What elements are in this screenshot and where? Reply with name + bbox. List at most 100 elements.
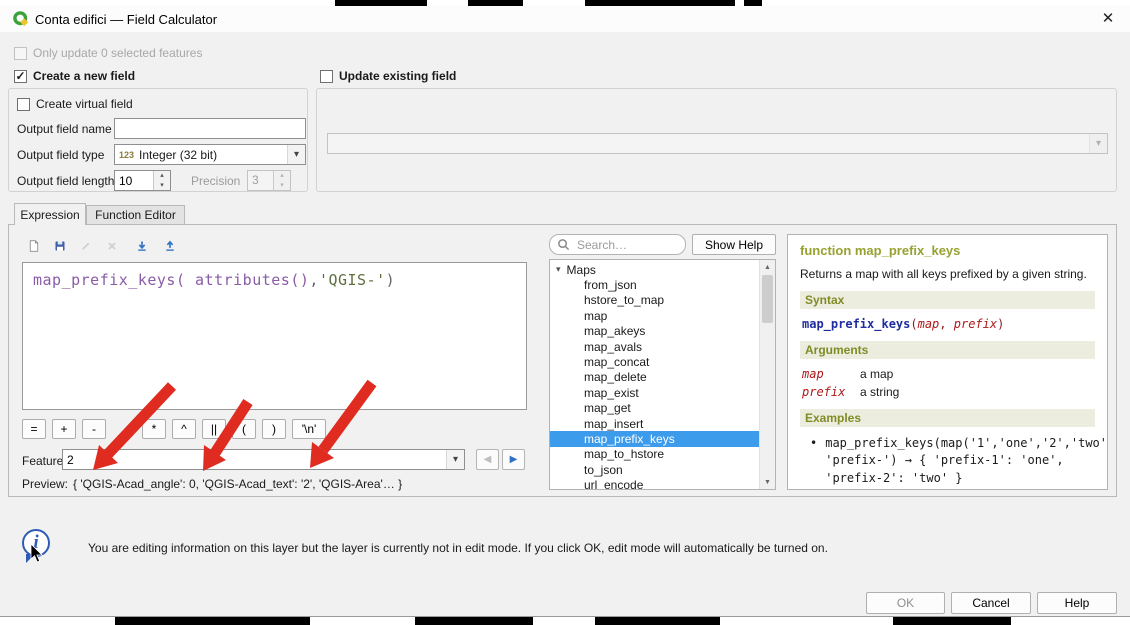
show-help-button[interactable]: Show Help <box>692 234 776 255</box>
tree-item[interactable]: map <box>550 308 759 323</box>
operator-newline-button[interactable]: '\n' <box>292 419 326 439</box>
tree-item[interactable]: map_exist <box>550 385 759 400</box>
tree-item[interactable]: hstore_to_map <box>550 293 759 308</box>
tab-function-editor[interactable]: Function Editor <box>86 205 185 225</box>
operator-concat-button[interactable]: || <box>202 419 226 439</box>
tree-item[interactable]: map_concat <box>550 354 759 369</box>
operator-equals-button[interactable]: = <box>22 419 46 439</box>
code-punct: ) <box>386 271 396 289</box>
scrollbar-thumb[interactable] <box>762 275 773 323</box>
chevron-down-icon[interactable]: ▾ <box>446 450 464 469</box>
syntax-punct: , <box>939 317 953 331</box>
search-input[interactable] <box>575 237 678 253</box>
edit-mode-info-text: You are editing information on this laye… <box>88 541 828 555</box>
tree-item[interactable]: url_encode <box>550 477 759 489</box>
new-file-icon <box>28 238 40 254</box>
expression-editor[interactable]: map_prefix_keys( attributes(),'QGIS-') <box>22 262 527 410</box>
operator-close-paren-button[interactable]: ) <box>262 419 286 439</box>
argument-desc: a map <box>860 367 1095 381</box>
tab-expression-label: Expression <box>20 208 79 222</box>
export-up-arrow-icon <box>164 238 176 254</box>
syntax-line: map_prefix_keys(map, prefix) <box>802 317 1095 331</box>
field-calculator-dialog: Conta edifici — Field Calculator ✕ Only … <box>0 6 1130 617</box>
syntax-arg: prefix <box>954 317 997 331</box>
prev-arrow-icon: ◀ <box>484 454 492 465</box>
search-icon <box>557 238 570 251</box>
ok-button[interactable]: OK <box>866 592 945 614</box>
scroll-down-icon[interactable]: ▼ <box>760 475 775 489</box>
arguments-header: Arguments <box>800 341 1095 359</box>
screen: Conta edifici — Field Calculator ✕ Only … <box>0 0 1130 625</box>
tree-scrollbar[interactable]: ▲ ▼ <box>759 260 775 489</box>
info-icon-tail <box>26 554 35 563</box>
tree-group-label: Maps <box>567 263 596 277</box>
function-tree[interactable]: ▾ Maps from_json hstore_to_map map map_a… <box>549 259 776 490</box>
import-expression-button[interactable] <box>130 234 154 258</box>
function-search-box[interactable] <box>549 234 686 255</box>
update-existing-field-checkbox[interactable]: Update existing field <box>320 69 456 83</box>
titlebar[interactable]: Conta edifici — Field Calculator ✕ <box>0 6 1130 32</box>
chevron-down-icon: ▾ <box>1089 134 1107 153</box>
output-field-type-combo[interactable]: 123 Integer (32 bit) ▾ <box>114 144 306 165</box>
operator-open-paren-button[interactable]: ( <box>232 419 256 439</box>
next-arrow-icon: ▶ <box>510 454 518 465</box>
output-field-length-label: Output field length <box>17 174 114 188</box>
tree-item[interactable]: map_akeys <box>550 324 759 339</box>
tree-item[interactable]: map_delete <box>550 370 759 385</box>
tree-item[interactable]: map_avals <box>550 339 759 354</box>
tree-item[interactable]: from_json <box>550 277 759 292</box>
operator-power-button[interactable]: ^ <box>172 419 196 439</box>
map-canvas-fragment <box>335 0 427 6</box>
next-feature-button[interactable]: ▶ <box>502 449 525 470</box>
operator-multiply-button[interactable]: * <box>142 419 166 439</box>
tree-group-maps[interactable]: ▾ Maps <box>550 262 759 277</box>
export-expression-button[interactable] <box>158 234 182 258</box>
output-field-length-spinner[interactable]: ▴ ▾ <box>114 170 171 191</box>
create-new-field-checkbox[interactable]: ✓ Create a new field <box>14 69 135 83</box>
length-value-input[interactable] <box>115 171 153 190</box>
spin-down-icon: ▾ <box>274 181 290 191</box>
feature-value-input[interactable] <box>67 453 441 467</box>
cancel-button[interactable]: Cancel <box>951 592 1031 614</box>
argument-name: map <box>802 367 860 381</box>
map-canvas-fragment <box>468 0 523 6</box>
spin-down-icon[interactable]: ▾ <box>154 181 170 191</box>
syntax-punct: ) <box>997 317 1004 331</box>
checkbox-box[interactable] <box>17 98 30 111</box>
tree-item[interactable]: map_get <box>550 401 759 416</box>
help-button[interactable]: Help <box>1037 592 1117 614</box>
spin-up-icon[interactable]: ▴ <box>154 171 170 181</box>
tree-expand-icon[interactable]: ▾ <box>556 264 561 275</box>
chevron-down-icon[interactable]: ▾ <box>287 145 305 164</box>
tree-item[interactable]: map_insert <box>550 416 759 431</box>
output-field-name-input[interactable] <box>114 118 306 139</box>
existing-field-combo: ▾ <box>327 133 1108 154</box>
tree-item[interactable]: to_json <box>550 462 759 477</box>
save-expression-button[interactable] <box>48 234 72 258</box>
code-function: attributes() <box>186 271 310 289</box>
new-field-groupbox: Create virtual field Output field name O… <box>8 88 308 192</box>
code-string: 'QGIS-' <box>319 271 386 289</box>
spinner-buttons[interactable]: ▴ ▾ <box>153 171 170 190</box>
output-field-type-value: Integer (32 bit) <box>139 148 217 162</box>
checkbox-box[interactable] <box>320 70 333 83</box>
checkbox-checked-box[interactable]: ✓ <box>14 70 27 83</box>
syntax-arg: map <box>918 317 940 331</box>
tree-item[interactable]: map_to_hstore <box>550 447 759 462</box>
feature-combo[interactable]: ▾ <box>62 449 465 470</box>
operator-plus-button[interactable]: + <box>52 419 76 439</box>
update-existing-field-label: Update existing field <box>339 69 456 83</box>
create-virtual-field-checkbox[interactable]: Create virtual field <box>17 97 133 111</box>
spinner-buttons: ▴ ▾ <box>273 171 290 190</box>
update-existing-groupbox: ▾ <box>316 88 1117 192</box>
operator-minus-button[interactable]: - <box>82 419 106 439</box>
output-field-type-label: Output field type <box>17 148 104 162</box>
code-punct: , <box>309 271 319 289</box>
close-icon[interactable]: ✕ <box>1098 9 1118 29</box>
tree-item-selected[interactable]: map_prefix_keys <box>550 431 759 446</box>
tab-expression[interactable]: Expression <box>14 203 86 225</box>
syntax-function-name: map_prefix_keys <box>802 317 910 331</box>
delete-expression-button <box>100 234 124 258</box>
scroll-up-icon[interactable]: ▲ <box>760 260 775 274</box>
new-expression-button[interactable] <box>22 234 46 258</box>
